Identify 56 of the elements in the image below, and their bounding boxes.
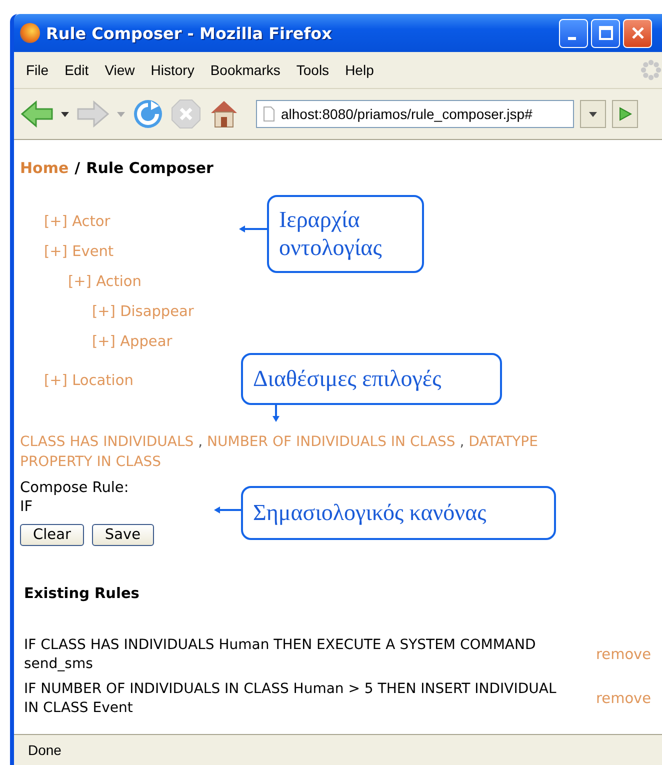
- form-button[interactable]: Clear: [20, 524, 84, 546]
- menu-item[interactable]: View: [96, 59, 143, 81]
- play-icon: [617, 106, 633, 122]
- section-heading: Existing Rules: [24, 585, 140, 604]
- tree-item[interactable]: [+] Location: [44, 366, 134, 396]
- rule-text: IF CLASS HAS INDIVIDUALS Human THEN EXECUTE A SYSTEM COMMAND send_sms: [24, 636, 537, 674]
- rule-text: IF: [20, 498, 33, 517]
- caret-icon: [588, 110, 598, 118]
- page-heading: Rule Composer: [86, 158, 214, 178]
- tree-item[interactable]: [+] Event: [44, 237, 114, 267]
- compose-label: Compose Rule:: [20, 479, 129, 498]
- tree-item[interactable]: [+] Actor: [44, 207, 110, 237]
- maximize-icon: [598, 26, 612, 40]
- home-link[interactable]: Home: [20, 158, 69, 178]
- annotation-callout: Σημασιολογικός κανόνας: [241, 486, 556, 540]
- form-button[interactable]: Save: [92, 524, 154, 546]
- history-dropdown-button[interactable]: [580, 100, 606, 128]
- menu-item[interactable]: Edit: [56, 59, 97, 81]
- tree-item[interactable]: [+] Appear: [92, 327, 172, 357]
- pointer-arrow: [239, 224, 267, 234]
- pointer-arrow: [214, 505, 241, 515]
- menu-item[interactable]: Help: [337, 59, 382, 81]
- back-icon[interactable]: [20, 99, 54, 129]
- close-icon: [630, 26, 644, 40]
- status-text: Done: [28, 742, 62, 758]
- minimize-icon: [568, 36, 576, 40]
- remove-link[interactable]: remove: [596, 691, 652, 707]
- rule-text: IF NUMBER OF INDIVIDUALS IN CLASS Human > 5 THEN INSERT INDIVIDUAL IN CLASS Event: [24, 680, 558, 718]
- tree-item[interactable]: [+] Action: [68, 267, 142, 297]
- browser-logo-icon: [20, 23, 40, 43]
- minimize-button[interactable]: [559, 18, 588, 48]
- option-link[interactable]: CLASS HAS INDIVIDUALS: [20, 434, 194, 450]
- option-link[interactable]: PROPERTY IN CLASS: [20, 454, 162, 470]
- loading-spinner-icon: [640, 59, 662, 81]
- dropdown-icon[interactable]: [60, 110, 70, 118]
- menu-item[interactable]: Bookmarks: [202, 59, 288, 81]
- option-link[interactable]: DATATYPE: [468, 434, 538, 450]
- maximize-button[interactable]: [591, 18, 620, 48]
- menu-item[interactable]: History: [142, 59, 202, 81]
- address-field[interactable]: alhost:8080/priamos/rule_composer.jsp#: [256, 100, 574, 128]
- menu-item[interactable]: File: [18, 59, 57, 81]
- remove-link[interactable]: remove: [596, 647, 652, 663]
- option-separator: ,: [460, 434, 464, 450]
- breadcrumb-separator: /: [74, 158, 80, 178]
- option-separator: ,: [198, 434, 203, 450]
- go-button[interactable]: [612, 100, 638, 128]
- annotation-callout: Ιεραρχία οντολογίας: [267, 195, 424, 273]
- reload-icon[interactable]: [132, 98, 164, 130]
- window-title: Rule Composer - Mozilla Firefox: [46, 24, 333, 42]
- annotation-callout: Διαθέσιμες επιλογές: [241, 353, 502, 405]
- tree-item[interactable]: [+] Disappear: [92, 297, 194, 327]
- option-link[interactable]: NUMBER OF INDIVIDUALS IN CLASS: [207, 434, 456, 450]
- pointer-arrow: [271, 405, 281, 422]
- menu-item[interactable]: Tools: [288, 59, 338, 81]
- close-button[interactable]: [623, 18, 652, 48]
- page-icon: [263, 106, 275, 122]
